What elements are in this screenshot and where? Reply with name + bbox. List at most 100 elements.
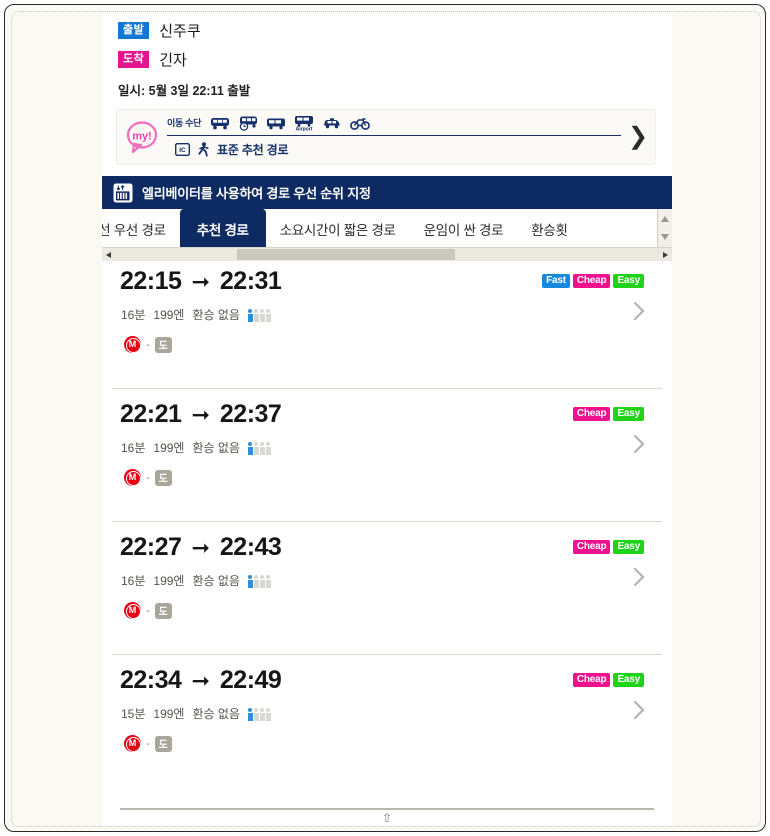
route-arrow-icon: ➞	[191, 667, 210, 693]
route-time-range: 22:21 ➞ 22:37	[120, 400, 282, 428]
route-duration: 16분	[121, 574, 146, 588]
route-arrival-time: 22:43	[219, 533, 282, 561]
transport-mode-row[interactable]: 이동 수단 Airport	[167, 112, 621, 136]
content-column: 출발 신주쿠 도착 긴자 일시: 5월 3일 22:11 출발 my! 이동 수…	[102, 12, 672, 826]
route-line-icons: M - 도	[124, 469, 172, 486]
route-meta: 16분 199엔 환승 없음	[121, 439, 271, 456]
departure-row: 출발 신주쿠	[118, 20, 672, 41]
metro-line-icon: M	[124, 469, 141, 486]
route-card[interactable]: 22:34 ➞ 22:49 Cheap Easy 15분 199엔 환승 없음	[112, 655, 662, 788]
route-transfers: 환승 없음	[192, 574, 240, 588]
route-time-range: 22:27 ➞ 22:43	[120, 533, 282, 561]
express-train-icon[interactable]	[237, 115, 259, 131]
preference-text: 표준 추천 경로	[217, 142, 289, 157]
route-fare: 199엔	[153, 707, 185, 721]
taxi-icon[interactable]	[321, 115, 343, 131]
route-transfers: 환승 없음	[192, 308, 240, 322]
arrival-station-name[interactable]: 긴자	[159, 49, 187, 70]
route-fare: 199엔	[153, 441, 185, 455]
journey-header: 출발 신주쿠 도착 긴자 일시: 5월 3일 22:11 출발	[102, 12, 672, 99]
bottom-divider	[120, 808, 654, 810]
elevator-priority-banner[interactable]: 엘리베이터를 사용하여 경로 우선 순위 지정	[102, 176, 672, 209]
route-departure-time: 22:21	[120, 400, 182, 428]
badge-easy: Easy	[613, 407, 644, 421]
route-duration: 16분	[121, 308, 146, 322]
line-separator: -	[146, 338, 150, 351]
badge-cheap: Cheap	[572, 274, 611, 288]
route-arrival-time: 22:49	[219, 666, 282, 694]
route-card[interactable]: 22:27 ➞ 22:43 Cheap Easy 16분 199엔 환승 없음	[112, 522, 662, 655]
route-card[interactable]: 22:21 ➞ 22:37 Cheap Easy 16분 199엔 환승 없음	[112, 389, 662, 522]
tab-shortest-time[interactable]: 소요시간이 짧은 경로	[266, 209, 410, 247]
route-line-icons: M - 도	[124, 602, 172, 619]
metro-line-icon: M	[124, 336, 141, 353]
scroll-to-top-icon[interactable]: ⇧	[12, 812, 760, 824]
page-inner-frame: 출발 신주쿠 도착 긴자 일시: 5월 3일 22:11 출발 my! 이동 수…	[11, 11, 761, 827]
badge-easy: Easy	[613, 540, 644, 554]
svg-text:my!: my!	[132, 131, 152, 143]
route-sort-tabs: 트로선 우선 경로 추천 경로 소요시간이 짧은 경로 운임이 싼 경로 환승횟	[102, 209, 672, 261]
route-meta: 16분 199엔 환승 없음	[121, 306, 271, 323]
route-time-range: 22:34 ➞ 22:49	[120, 666, 282, 694]
datetime-label[interactable]: 일시: 5월 3일 22:11 출발	[118, 80, 672, 99]
route-detail-chevron-icon[interactable]	[632, 566, 646, 588]
walking-person-icon	[198, 141, 209, 156]
route-card[interactable]: 22:15 ➞ 22:31 Fast Cheap Easy 16분 199엔 환…	[112, 256, 662, 389]
badge-cheap: Cheap	[572, 673, 611, 687]
page-frame: 출발 신주쿠 도착 긴자 일시: 5월 3일 22:11 출발 my! 이동 수…	[4, 4, 766, 832]
departure-chip: 출발	[118, 22, 150, 39]
route-detail-chevron-icon[interactable]	[632, 433, 646, 455]
route-badges: Cheap Easy	[572, 673, 644, 687]
crowding-indicator-icon	[247, 308, 271, 322]
route-arrow-icon: ➞	[191, 401, 210, 427]
departure-station-name[interactable]: 신주쿠	[159, 20, 200, 41]
route-detail-chevron-icon[interactable]	[632, 699, 646, 721]
crowding-indicator-icon	[247, 707, 271, 721]
walk-segment-icon: 도	[154, 469, 172, 486]
arrival-row: 도착 긴자	[118, 49, 672, 70]
line-separator: -	[146, 604, 150, 617]
route-transfers: 환승 없음	[192, 707, 240, 721]
tab-cheapest-fare[interactable]: 운임이 싼 경로	[410, 209, 518, 247]
metro-line-icon: M	[124, 602, 141, 619]
route-detail-chevron-icon[interactable]	[632, 300, 646, 322]
ic-card-icon[interactable]: IC	[175, 142, 190, 156]
walk-segment-icon: 도	[154, 336, 172, 353]
line-separator: -	[146, 737, 150, 750]
route-meta: 16분 199엔 환승 없음	[121, 572, 271, 589]
preference-row[interactable]: IC 표준 추천 경로	[167, 136, 621, 162]
svg-text:IC: IC	[179, 147, 186, 154]
bicycle-icon[interactable]	[349, 115, 371, 131]
route-duration: 15분	[121, 707, 146, 721]
tab-vertical-scrollbar[interactable]	[657, 209, 672, 247]
scroll-down-arrow-icon[interactable]	[661, 234, 669, 240]
tab-recommended[interactable]: 추천 경로	[179, 209, 266, 247]
expand-conditions-chevron-icon[interactable]: ❯	[621, 125, 655, 149]
route-meta: 15분 199엔 환승 없음	[121, 705, 271, 722]
route-transfers: 환승 없음	[192, 441, 240, 455]
route-arrival-time: 22:37	[219, 400, 282, 428]
route-line-icons: M - 도	[124, 735, 172, 752]
arrival-chip: 도착	[118, 51, 150, 68]
bus-icon[interactable]	[265, 115, 287, 131]
tab-strip: 트로선 우선 경로 추천 경로 소요시간이 짧은 경로 운임이 싼 경로 환승횟	[102, 209, 655, 247]
elevator-banner-text: 엘리베이터를 사용하여 경로 우선 순위 지정	[142, 186, 371, 201]
scroll-up-arrow-icon[interactable]	[661, 216, 669, 222]
tab-fewest-transfers[interactable]: 환승횟	[517, 209, 581, 247]
line-separator: -	[146, 471, 150, 484]
route-badges: Fast Cheap Easy	[542, 274, 644, 288]
badge-cheap: Cheap	[572, 407, 611, 421]
badge-fast: Fast	[542, 274, 570, 288]
train-icon[interactable]	[209, 115, 231, 131]
route-departure-time: 22:15	[120, 267, 182, 295]
route-fare: 199엔	[153, 308, 185, 322]
transport-mode-label: 이동 수단	[167, 118, 202, 128]
walk-segment-icon: 도	[154, 602, 172, 619]
route-fare: 199엔	[153, 574, 185, 588]
airport-bus-icon[interactable]: Airport	[293, 115, 315, 131]
my-badge-icon: my!	[121, 116, 163, 158]
search-conditions-panel[interactable]: my! 이동 수단 Airport IC 표준 추천 경로 ❯	[116, 109, 656, 165]
route-results-list: 22:15 ➞ 22:31 Fast Cheap Easy 16분 199엔 환…	[102, 256, 672, 788]
badge-cheap: Cheap	[572, 540, 611, 554]
tab-metro-priority[interactable]: 트로선 우선 경로	[102, 209, 180, 247]
